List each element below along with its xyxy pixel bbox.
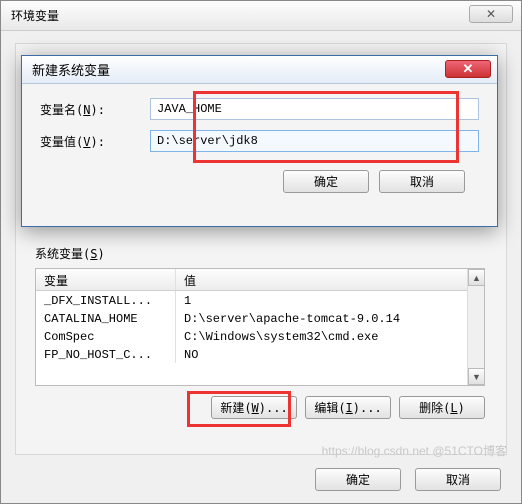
scrollbar[interactable]: ▲ ▼: [467, 269, 484, 385]
variable-name-row: 变量名(N):: [40, 98, 479, 120]
inner-close-button[interactable]: ✕: [445, 60, 491, 78]
inner-cancel-button[interactable]: 取消: [379, 170, 465, 193]
col-value[interactable]: 值: [176, 269, 484, 290]
variable-value-input[interactable]: [150, 130, 479, 152]
close-icon: ✕: [486, 7, 496, 21]
outer-titlebar: 环境变量 ✕: [1, 1, 521, 31]
col-variable[interactable]: 变量: [36, 269, 176, 290]
inner-ok-button[interactable]: 确定: [283, 170, 369, 193]
inner-body: 变量名(N): 变量值(V): 确定 取消: [22, 84, 497, 203]
table-row[interactable]: FP_NO_HOST_C...NO: [36, 345, 484, 363]
watermark: https://blog.csdn.net @51CTO博客: [322, 442, 507, 459]
new-button[interactable]: 新建(W)...: [211, 396, 297, 419]
close-icon: ✕: [463, 61, 474, 77]
list-body: _DFX_INSTALL...1 CATALINA_HOMED:\server\…: [36, 291, 484, 363]
system-variables-list[interactable]: 变量 值 _DFX_INSTALL...1 CATALINA_HOMED:\se…: [35, 268, 485, 386]
edit-button[interactable]: 编辑(I)...: [305, 396, 391, 419]
inner-titlebar: 新建系统变量 ✕: [22, 56, 497, 84]
outer-close-button[interactable]: ✕: [469, 5, 513, 23]
outer-cancel-button[interactable]: 取消: [415, 468, 501, 491]
table-row[interactable]: _DFX_INSTALL...1: [36, 291, 484, 309]
outer-ok-button[interactable]: 确定: [315, 468, 401, 491]
inner-title: 新建系统变量: [32, 60, 110, 79]
env-vars-window: 环境变量 ✕ 系统变量(S) 变量 值 _DFX_INSTALL...1 CAT…: [0, 0, 522, 504]
variable-value-label: 变量值(V):: [40, 133, 150, 150]
variable-name-label: 变量名(N):: [40, 101, 150, 118]
delete-button[interactable]: 删除(L): [399, 396, 485, 419]
table-row[interactable]: CATALINA_HOMED:\server\apache-tomcat-9.0…: [36, 309, 484, 327]
scroll-down-icon[interactable]: ▼: [468, 368, 485, 385]
table-row[interactable]: ComSpecC:\Windows\system32\cmd.exe: [36, 327, 484, 345]
system-variables-group: 系统变量(S) 变量 值 _DFX_INSTALL...1 CATALINA_H…: [35, 245, 485, 435]
new-system-variable-dialog: 新建系统变量 ✕ 变量名(N): 变量值(V): 确定 取消: [21, 55, 498, 227]
system-variables-buttons: 新建(W)... 编辑(I)... 删除(L): [35, 396, 485, 419]
variable-name-input[interactable]: [150, 98, 479, 120]
variable-value-row: 变量值(V):: [40, 130, 479, 152]
inner-buttons: 确定 取消: [40, 162, 479, 193]
scroll-up-icon[interactable]: ▲: [468, 269, 485, 286]
outer-title: 环境变量: [11, 7, 59, 24]
system-variables-label: 系统变量(S): [35, 245, 485, 262]
list-header: 变量 值: [36, 269, 484, 291]
outer-buttons: 确定 取消: [315, 468, 501, 491]
